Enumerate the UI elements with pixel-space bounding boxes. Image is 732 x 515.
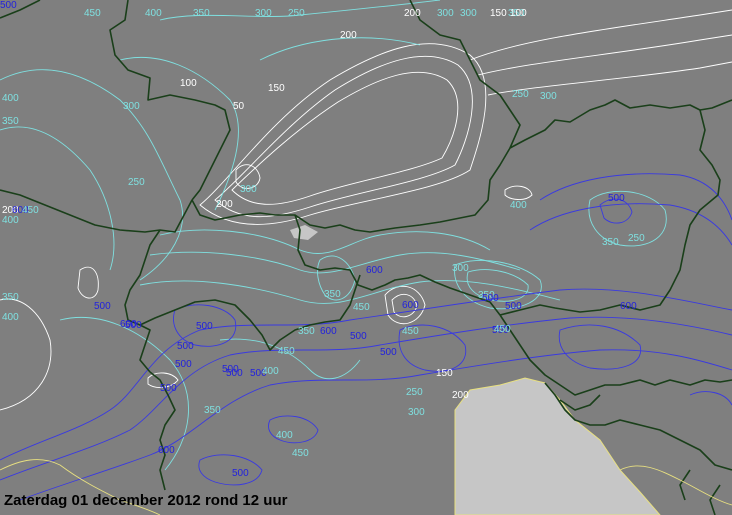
contour-label: 250 [512,89,529,100]
contour-label: 500 [482,293,499,304]
contour-label: 100 [510,8,527,19]
country-borders [0,0,732,515]
contour-label: 500 [177,341,194,352]
lake [290,225,318,240]
contour-label: 150 [490,8,507,19]
contour-label: 200 [404,8,421,19]
contour-label: 500 [175,359,192,370]
contour-label: 400 [510,200,527,211]
contour-label: 500 [608,193,625,204]
contour-label: 400 [276,430,293,441]
contour-label: 400 [2,312,19,323]
contour-label: 500 [196,321,213,332]
map-view: 450 400 350 300 250 200 150 100 50 300 400 350 250 20… [0,0,732,515]
contour-label: 350 [193,8,210,19]
contour-label: 500 [505,301,522,312]
contour-label: 350 [324,289,341,300]
contour-label: 100 [180,78,197,89]
contour-label: 300 [540,91,557,102]
contour-label: 400 [2,215,19,226]
contour-label: 400 [2,93,19,104]
contour-label: 200 [216,199,233,210]
contour-label: 600 [366,265,383,276]
contour-label: 300 [452,263,469,274]
contour-label: 450 [278,346,295,357]
contour-label: 250 [406,387,423,398]
map-caption: Zaterdag 01 december 2012 rond 12 uur [4,492,288,509]
contour-label: 450 [402,326,419,337]
contour-label: 150 [268,83,285,94]
contour-label: 350 [2,292,19,303]
contour-label: 300 [255,8,272,19]
contour-label: 350 [204,405,221,416]
contour-label: 350 [298,326,315,337]
contour-label: 600 [320,326,337,337]
contour-label: 350 [2,116,19,127]
contour-label: 250 [128,177,145,188]
contour-label: 250 [628,233,645,244]
contour-label: 250 [288,8,305,19]
contour-label: 500 [380,347,397,358]
contour-label: 500 [160,383,177,394]
contour-label: 300 [240,184,257,195]
contour-label: 350 [602,237,619,248]
contour-label: 600 [402,300,419,311]
contour-label: 200 [452,390,469,401]
contour-label: 450 [292,448,309,459]
contour-label: 450 [494,324,511,335]
contour-label: 500 [0,0,17,11]
contour-label: 300 [437,8,454,19]
contour-label: 600 [158,445,175,456]
contour-label: 400 [262,366,279,377]
contour-label: 500 [226,368,243,379]
map-canvas: 450 400 350 300 2502001501005030040035025020… [0,0,732,515]
contour-label: 500 [94,301,111,312]
contour-label: 500 [350,331,367,342]
contour-label: 300 [123,101,140,112]
contour-label: 300 [460,8,477,19]
contour-label: 300 [408,407,425,418]
contour-label: 400 [145,8,162,19]
contour-label: 500 [125,320,142,331]
contour-label: 500 [232,468,249,479]
contour-label: 150 [436,368,453,379]
contour-label: 200 [340,30,357,41]
contour-label: 450 [84,8,101,19]
contour-label: 450 [353,302,370,313]
contour-label: 600 [620,301,637,312]
contour-label: 450 [22,205,39,216]
contour-label: 50 [233,101,245,112]
contours-cyan [0,0,667,471]
